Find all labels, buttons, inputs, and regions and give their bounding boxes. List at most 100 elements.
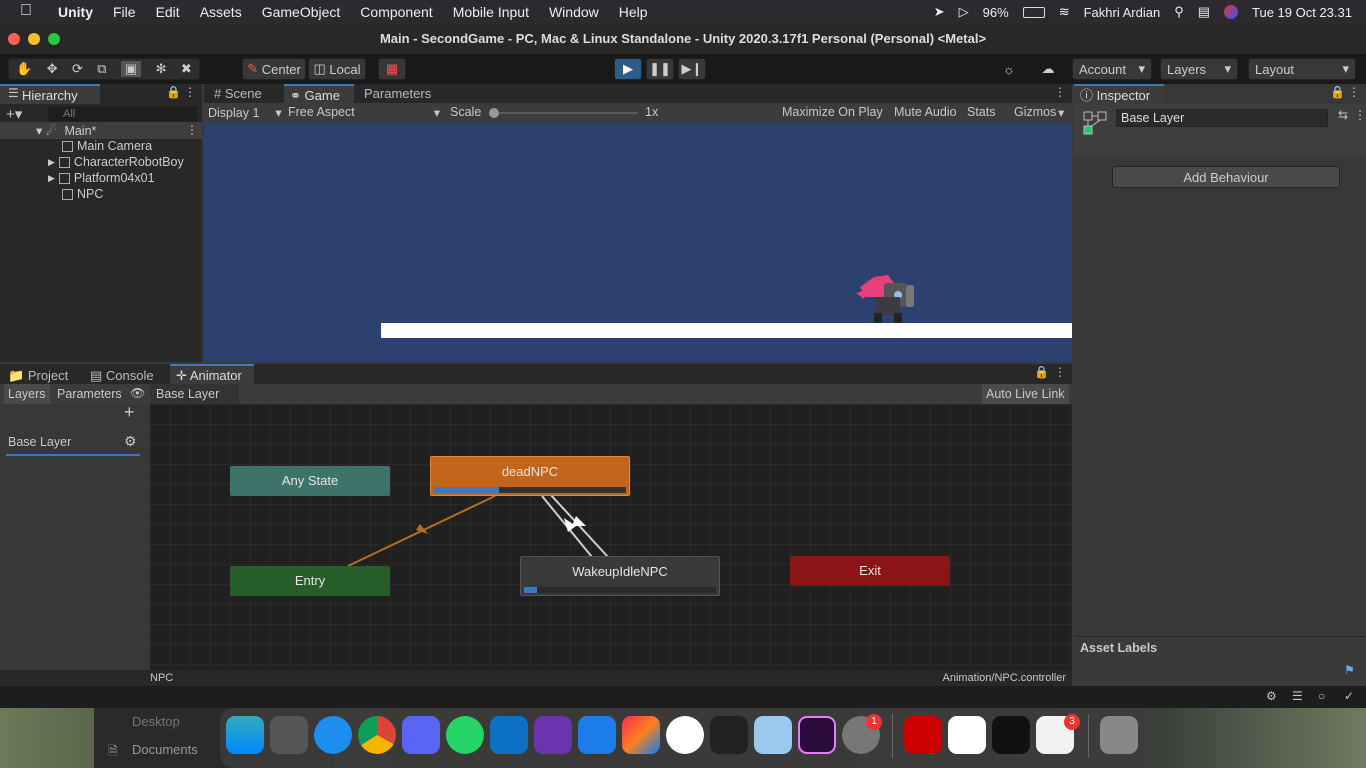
settings-sliders-icon[interactable]: ⇆ xyxy=(1338,108,1348,122)
tab-parameters[interactable]: Parameters xyxy=(358,84,448,104)
layer-item-base[interactable]: Base Layer ⚙ xyxy=(6,432,140,456)
app-store-icon[interactable] xyxy=(666,716,704,754)
tab-project[interactable]: 📁 Project xyxy=(2,366,82,386)
unity-icon-alt[interactable] xyxy=(992,716,1030,754)
menu-mobile-input[interactable]: Mobile Input xyxy=(453,4,529,20)
lock-icon[interactable]: 🔒 xyxy=(1034,365,1049,379)
layout-dropdown[interactable]: Layout ▾ xyxy=(1248,58,1356,80)
menu-window[interactable]: Window xyxy=(549,4,599,20)
services-button[interactable]: ☼ xyxy=(996,58,1022,80)
caret-down-icon[interactable]: ▾ xyxy=(1058,105,1064,120)
account-dropdown[interactable]: Account ▾ xyxy=(1072,58,1152,80)
hierarchy-search-input[interactable] xyxy=(48,106,198,122)
control-center-icon[interactable]: ▤ xyxy=(1198,4,1210,20)
state-entry[interactable]: Entry xyxy=(230,566,390,596)
user-name[interactable]: Fakhri Ardian xyxy=(1084,5,1161,20)
tab-game[interactable]: ⚭ Game xyxy=(284,84,354,104)
kebab-menu-icon[interactable]: ⋮ xyxy=(1054,365,1066,379)
mute-audio-toggle[interactable]: Mute Audio xyxy=(894,105,957,119)
animator-graph[interactable]: Any State Entry deadNPC WakeupIdleNPC Ex… xyxy=(150,404,1072,670)
tab-scene[interactable]: # Scene xyxy=(208,84,280,104)
premiere-icon[interactable] xyxy=(798,716,836,754)
transform-tool-icon[interactable]: ✻ xyxy=(156,61,167,77)
unity-icon[interactable] xyxy=(948,716,986,754)
menu-file[interactable]: File xyxy=(113,4,136,20)
custom-tool-icon[interactable]: ✖ xyxy=(181,61,192,77)
close-window-button[interactable] xyxy=(8,33,20,45)
zoom-window-button[interactable] xyxy=(48,33,60,45)
siri-icon[interactable] xyxy=(1224,5,1239,19)
menu-edit[interactable]: Edit xyxy=(156,4,180,20)
expand-arrow-icon[interactable]: ▶ xyxy=(48,173,55,184)
check-icon[interactable]: ✓ xyxy=(1344,689,1354,703)
parameters-tab[interactable]: Parameters xyxy=(54,384,125,404)
create-plus-icon[interactable]: +▾ xyxy=(6,105,22,123)
vscode-icon[interactable] xyxy=(490,716,528,754)
hierarchy-item-platform[interactable]: ▶ Platform04x01 xyxy=(48,171,155,185)
finder-documents-item[interactable]: Documents xyxy=(132,742,198,757)
lock-icon[interactable]: 🔒 xyxy=(1330,85,1345,99)
finder-desktop-item[interactable]: Desktop xyxy=(132,714,180,729)
state-machine-name-field[interactable] xyxy=(1116,109,1328,127)
unity-hub-icon[interactable] xyxy=(710,716,748,754)
menu-help[interactable]: Help xyxy=(619,4,648,20)
collab-button[interactable]: ☁ xyxy=(1034,58,1062,80)
xcode-icon[interactable] xyxy=(578,716,616,754)
hierarchy-item-npc[interactable]: NPC xyxy=(62,187,103,201)
trash-icon[interactable] xyxy=(1100,716,1138,754)
visual-studio-icon[interactable] xyxy=(534,716,572,754)
aspect-dropdown[interactable]: Free Aspect ▾ xyxy=(288,105,440,120)
finder-icon[interactable] xyxy=(226,716,264,754)
intellij-icon[interactable] xyxy=(622,716,660,754)
auto-live-link-toggle[interactable]: Auto Live Link xyxy=(982,384,1069,404)
battery-icon[interactable] xyxy=(1022,6,1045,18)
stats-toggle[interactable]: Stats xyxy=(967,105,996,119)
move-tool-icon[interactable]: ✥ xyxy=(47,61,58,77)
spotlight-icon[interactable]: ⚲ xyxy=(1174,4,1184,20)
maximize-on-play-toggle[interactable]: Maximize On Play xyxy=(782,105,883,119)
scale-slider-handle[interactable] xyxy=(489,108,499,118)
layers-stack-icon[interactable]: ☰ xyxy=(1292,689,1303,703)
scene-menu-icon[interactable]: ⋮ xyxy=(186,123,198,137)
state-wakeupidlenpc[interactable]: WakeupIdleNPC xyxy=(520,556,720,596)
expand-arrow-icon[interactable]: ▶ xyxy=(48,157,55,168)
chrome-icon[interactable] xyxy=(358,716,396,754)
tab-console[interactable]: ▤ Console xyxy=(84,366,168,386)
display-dropdown[interactable]: Display 1 ▾ xyxy=(208,105,282,120)
menu-gameobject[interactable]: GameObject xyxy=(262,4,341,20)
pause-button[interactable]: ❚❚ xyxy=(646,58,674,80)
hierarchy-item-characterrobotboy[interactable]: ▶ CharacterRobotBoy xyxy=(48,155,184,169)
safari-icon[interactable] xyxy=(314,716,352,754)
whatsapp-icon[interactable] xyxy=(446,716,484,754)
hierarchy-item-main-camera[interactable]: Main Camera xyxy=(62,139,152,153)
step-button[interactable]: ▶❙ xyxy=(678,58,706,80)
kebab-menu-icon[interactable]: ⋮ xyxy=(1054,85,1066,99)
app-name[interactable]: Unity xyxy=(58,4,93,20)
layers-dropdown[interactable]: Layers ▾ xyxy=(1160,58,1238,80)
media-icon[interactable]: ▷ xyxy=(959,4,969,20)
state-any-state[interactable]: Any State xyxy=(230,466,390,496)
label-tag-icon[interactable]: ⚑ xyxy=(1344,663,1355,677)
kebab-menu-icon[interactable]: ⋮ xyxy=(184,85,196,99)
state-deadnpc[interactable]: deadNPC xyxy=(430,456,630,496)
add-layer-icon[interactable]: + xyxy=(124,402,135,423)
tab-inspector[interactable]: ⓘ Inspector xyxy=(1074,84,1164,104)
kebab-menu-icon[interactable]: ⋮ xyxy=(1354,108,1366,122)
pivot-toggle[interactable]: ✎ Center xyxy=(242,58,306,80)
minimize-window-button[interactable] xyxy=(28,33,40,45)
space-toggle[interactable]: ◫ Local xyxy=(308,58,366,80)
eye-icon[interactable]: 👁 xyxy=(130,386,145,400)
clock[interactable]: Tue 19 Oct 23.31 xyxy=(1252,5,1352,20)
cache-icon[interactable]: ○ xyxy=(1318,689,1325,703)
tab-animator[interactable]: ✛ Animator xyxy=(170,364,254,384)
scene-row[interactable]: ▾ ☄ Main* ⋮ xyxy=(0,122,202,139)
scale-slider[interactable] xyxy=(492,112,638,114)
kebab-menu-icon[interactable]: ⋮ xyxy=(1348,85,1360,99)
layers-tab[interactable]: Layers xyxy=(4,384,50,404)
launchpad-icon[interactable] xyxy=(270,716,308,754)
scale-tool-icon[interactable]: ⧉ xyxy=(97,61,106,77)
vpn-icon[interactable]: ➤ xyxy=(934,4,945,20)
breadcrumb-base-layer[interactable]: Base Layer xyxy=(150,384,240,404)
acrobat-icon[interactable] xyxy=(904,716,942,754)
lock-icon[interactable]: 🔒 xyxy=(166,85,181,99)
